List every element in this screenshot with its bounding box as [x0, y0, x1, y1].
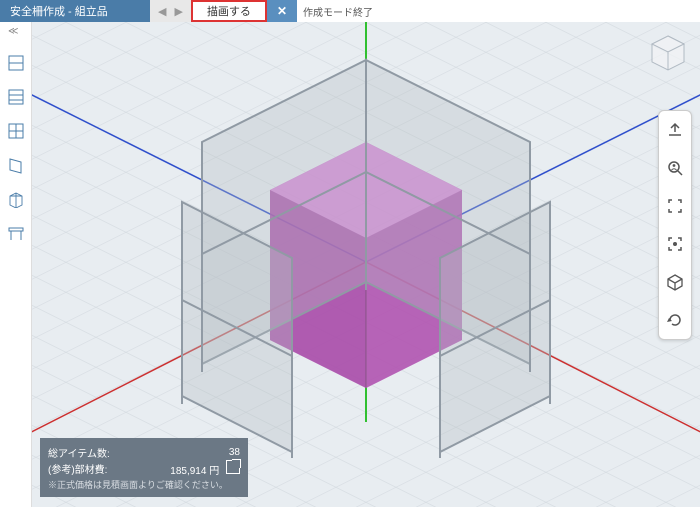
fence-3d-icon[interactable]: [5, 188, 27, 210]
table-icon[interactable]: [5, 222, 27, 244]
zoom-person-icon[interactable]: [664, 157, 686, 179]
cost-label: (参考)部材費:: [48, 461, 107, 476]
scene-svg: [32, 22, 700, 507]
nav-arrows: ◀ ▶: [150, 0, 191, 22]
arrow-left-icon[interactable]: ◀: [158, 5, 166, 18]
left-toolbar: ≪: [0, 22, 32, 507]
arrow-right-icon[interactable]: ▶: [174, 5, 182, 18]
item-count-value: 38: [229, 447, 240, 458]
external-link-icon[interactable]: [226, 460, 240, 474]
draw-button[interactable]: 描画する: [191, 0, 267, 22]
view-cube[interactable]: [648, 32, 688, 72]
stats-panel: 総アイテム数: 38 (参考)部材費: 185,914 円 ※正式価格は見積画面…: [40, 438, 248, 497]
3d-viewport[interactable]: [32, 22, 700, 507]
stats-note: ※正式価格は見積画面よりご確認ください。: [48, 478, 240, 491]
page-title: 安全柵作成 - 組立品: [0, 0, 150, 22]
item-count-label: 総アイテム数:: [48, 445, 110, 460]
right-toolbar: [658, 110, 692, 340]
collapse-icon[interactable]: ≪: [8, 26, 18, 37]
refresh-icon[interactable]: [664, 309, 686, 331]
plane-up-icon[interactable]: [664, 119, 686, 141]
cube-icon[interactable]: [664, 271, 686, 293]
shelf1-icon[interactable]: [5, 52, 27, 74]
cost-value: 185,914 円: [170, 466, 219, 477]
fence-single-icon[interactable]: [5, 154, 27, 176]
focus-target-icon[interactable]: [664, 233, 686, 255]
shelf2-icon[interactable]: [5, 86, 27, 108]
close-button[interactable]: ✕: [267, 0, 297, 22]
panel-grid-icon[interactable]: [5, 120, 27, 142]
top-toolbar: 安全柵作成 - 組立品 ◀ ▶ 描画する ✕ 作成モード終了: [0, 0, 700, 22]
fit-brackets-icon[interactable]: [664, 195, 686, 217]
end-mode-label: 作成モード終了: [297, 0, 379, 22]
